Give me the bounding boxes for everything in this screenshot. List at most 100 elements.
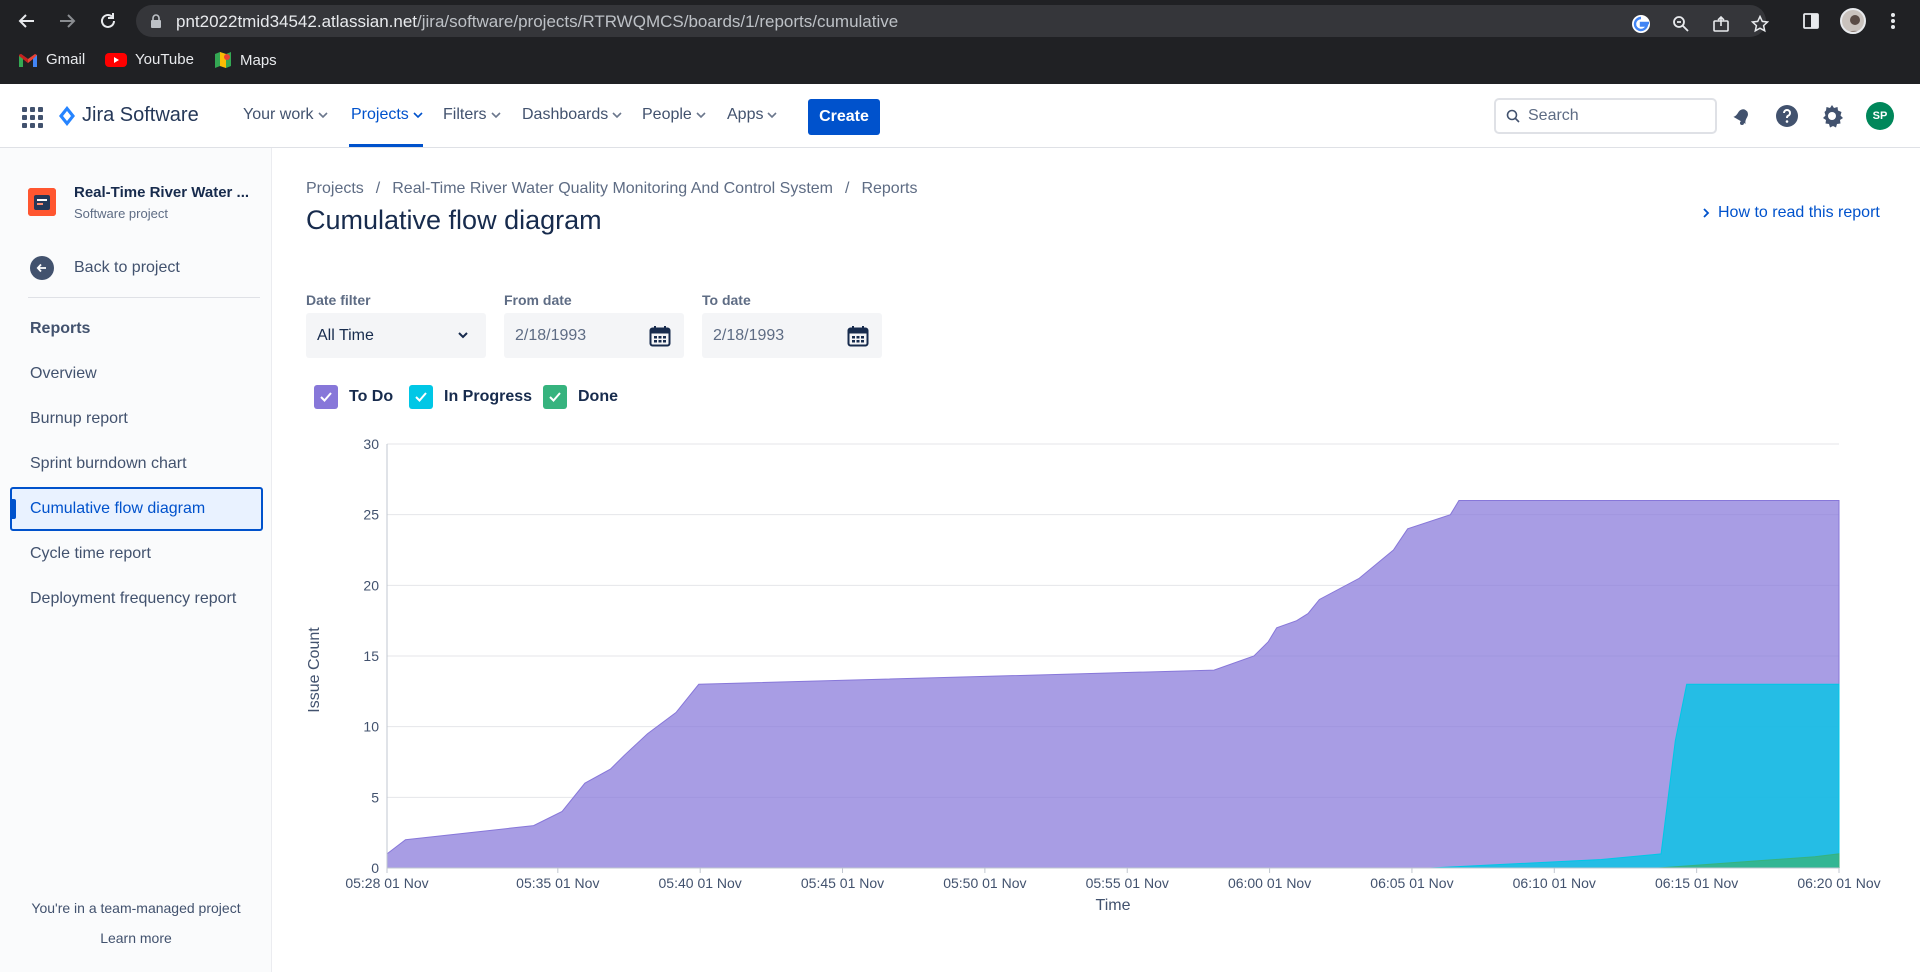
notifications-icon[interactable] — [1728, 102, 1756, 130]
y-tick-label: 20 — [363, 577, 379, 593]
back-to-project-link[interactable]: Back to project — [30, 256, 180, 280]
calendar-icon[interactable] — [649, 325, 671, 347]
to-date-value: 2/18/1993 — [713, 327, 785, 344]
chevron-down-icon — [458, 332, 468, 339]
from-date-field[interactable]: 2/18/1993 — [504, 313, 684, 358]
youtube-icon — [105, 52, 127, 67]
settings-gear-icon[interactable] — [1818, 102, 1846, 130]
sidebar-item-burnup-report[interactable]: Burnup report — [10, 397, 263, 441]
breadcrumb-reports[interactable]: Reports — [861, 180, 917, 197]
gmail-icon — [19, 53, 37, 67]
date-filter-select[interactable]: All Time — [306, 313, 486, 358]
create-button[interactable]: Create — [808, 99, 880, 135]
project-sidebar: Real-Time River Water ... Software proje… — [0, 148, 272, 972]
legend-in-progress-toggle[interactable]: In Progress — [409, 385, 532, 409]
date-filter-label: Date filter — [306, 292, 371, 308]
page-title: Cumulative flow diagram — [306, 205, 602, 235]
chevron-down-icon — [767, 112, 778, 119]
maps-icon — [215, 52, 231, 68]
to-date-label: To date — [702, 292, 751, 308]
browser-back-button[interactable] — [14, 8, 40, 34]
checkbox-checked-icon — [543, 385, 567, 409]
nav-dashboards[interactable]: Dashboards — [522, 106, 622, 124]
side-panel-icon[interactable] — [1798, 8, 1824, 34]
team-managed-note: You're in a team-managed project — [31, 900, 241, 916]
chevron-down-icon — [317, 112, 328, 119]
search-input[interactable] — [1528, 105, 1708, 127]
profile-avatar[interactable] — [1840, 8, 1866, 34]
x-tick-label: 05:35 01 Nov — [516, 875, 599, 891]
x-tick-label: 06:15 01 Nov — [1655, 875, 1738, 891]
to-date-field[interactable]: 2/18/1993 — [702, 313, 882, 358]
breadcrumb-projects[interactable]: Projects — [306, 180, 364, 197]
breadcrumb: Projects / Real-Time River Water Quality M… — [306, 180, 918, 197]
sidebar-divider — [28, 297, 260, 298]
back-arrow-icon — [30, 256, 54, 280]
jira-diamond-icon — [59, 105, 75, 126]
y-tick-label: 30 — [363, 436, 379, 452]
chevron-right-icon — [1703, 208, 1710, 218]
nav-people[interactable]: People — [642, 106, 706, 124]
project-name[interactable]: Real-Time River Water ... — [74, 184, 249, 201]
help-icon[interactable] — [1773, 102, 1801, 130]
cumulative-flow-chart: 0 5 10 15 20 25 30 05:28 01 Nov 05:35 01 Nov 05:4… — [306, 436, 1881, 914]
x-tick-label: 05:40 01 Nov — [659, 875, 742, 891]
x-tick-label: 05:55 01 Nov — [1086, 875, 1169, 891]
jira-logo[interactable]: Jira Software — [58, 104, 199, 127]
x-tick-label: 05:28 01 Nov — [345, 875, 428, 891]
address-url: pnt2022tmid34542.atlassian.net/jira/soft… — [176, 12, 899, 31]
address-bar[interactable]: pnt2022tmid34542.atlassian.net/jira/soft… — [136, 5, 1769, 37]
nav-your-work[interactable]: Your work — [243, 106, 328, 124]
x-tick-label: 06:10 01 Nov — [1513, 875, 1596, 891]
star-icon[interactable] — [1749, 13, 1771, 35]
google-icon[interactable] — [1630, 13, 1652, 35]
area-series-to-do — [386, 500, 1840, 869]
bookmark-youtube[interactable]: YouTube — [105, 51, 194, 68]
x-axis-title: Time — [1096, 897, 1131, 914]
zoom-icon[interactable] — [1670, 13, 1692, 35]
learn-more-link[interactable]: Learn more — [0, 930, 272, 946]
nav-apps[interactable]: Apps — [727, 106, 778, 124]
y-axis-title: Issue Count — [306, 627, 323, 713]
user-avatar[interactable]: SP — [1866, 102, 1894, 130]
bookmark-maps[interactable]: Maps — [214, 51, 277, 69]
more-menu-icon[interactable] — [1880, 8, 1906, 34]
project-type: Software project — [74, 206, 168, 221]
browser-toolbar: pnt2022tmid34542.atlassian.net/jira/soft… — [0, 0, 1920, 42]
x-tick-label: 05:45 01 Nov — [801, 875, 884, 891]
x-tick-label: 06:20 01 Nov — [1797, 875, 1880, 891]
app-switcher-icon[interactable] — [20, 105, 44, 129]
calendar-icon[interactable] — [847, 325, 869, 347]
bookmark-gmail[interactable]: Gmail — [18, 51, 85, 68]
browser-forward-button[interactable] — [54, 8, 80, 34]
how-to-read-link[interactable]: How to read this report — [1702, 204, 1880, 222]
y-tick-label: 5 — [371, 789, 379, 805]
lock-icon — [151, 14, 161, 28]
y-tick-label: 25 — [363, 507, 379, 523]
sidebar-item-cumulative-flow[interactable]: Cumulative flow diagram — [10, 487, 263, 531]
from-date-value: 2/18/1993 — [515, 327, 587, 344]
project-avatar-icon — [28, 188, 56, 216]
browser-reload-button[interactable] — [95, 8, 121, 34]
bookmarks-bar: Gmail YouTube Maps — [0, 42, 1920, 84]
sidebar-item-cycle-time[interactable]: Cycle time report — [10, 532, 263, 576]
nav-projects[interactable]: Projects — [351, 106, 423, 124]
active-nav-indicator — [349, 144, 423, 147]
x-tick-label: 05:50 01 Nov — [943, 875, 1026, 891]
search-box[interactable] — [1494, 98, 1717, 134]
breadcrumb-project[interactable]: Real-Time River Water Quality Monitoring… — [392, 180, 833, 197]
reload-icon — [101, 13, 115, 28]
nav-filters[interactable]: Filters — [443, 106, 501, 124]
sidebar-item-overview[interactable]: Overview — [10, 352, 263, 396]
sidebar-item-deployment-frequency[interactable]: Deployment frequency report — [10, 577, 263, 621]
legend-done-toggle[interactable]: Done — [543, 385, 618, 409]
checkbox-checked-icon — [409, 385, 433, 409]
share-icon[interactable] — [1710, 13, 1732, 35]
arrow-left-icon — [18, 14, 34, 28]
browser-chrome: pnt2022tmid34542.atlassian.net/jira/soft… — [0, 0, 1920, 84]
legend-todo-toggle[interactable]: To Do — [314, 385, 393, 409]
x-tick-label: 06:05 01 Nov — [1370, 875, 1453, 891]
sidebar-heading-reports: Reports — [30, 320, 91, 337]
sidebar-item-sprint-burndown[interactable]: Sprint burndown chart — [10, 442, 263, 486]
chevron-down-icon — [413, 112, 423, 119]
